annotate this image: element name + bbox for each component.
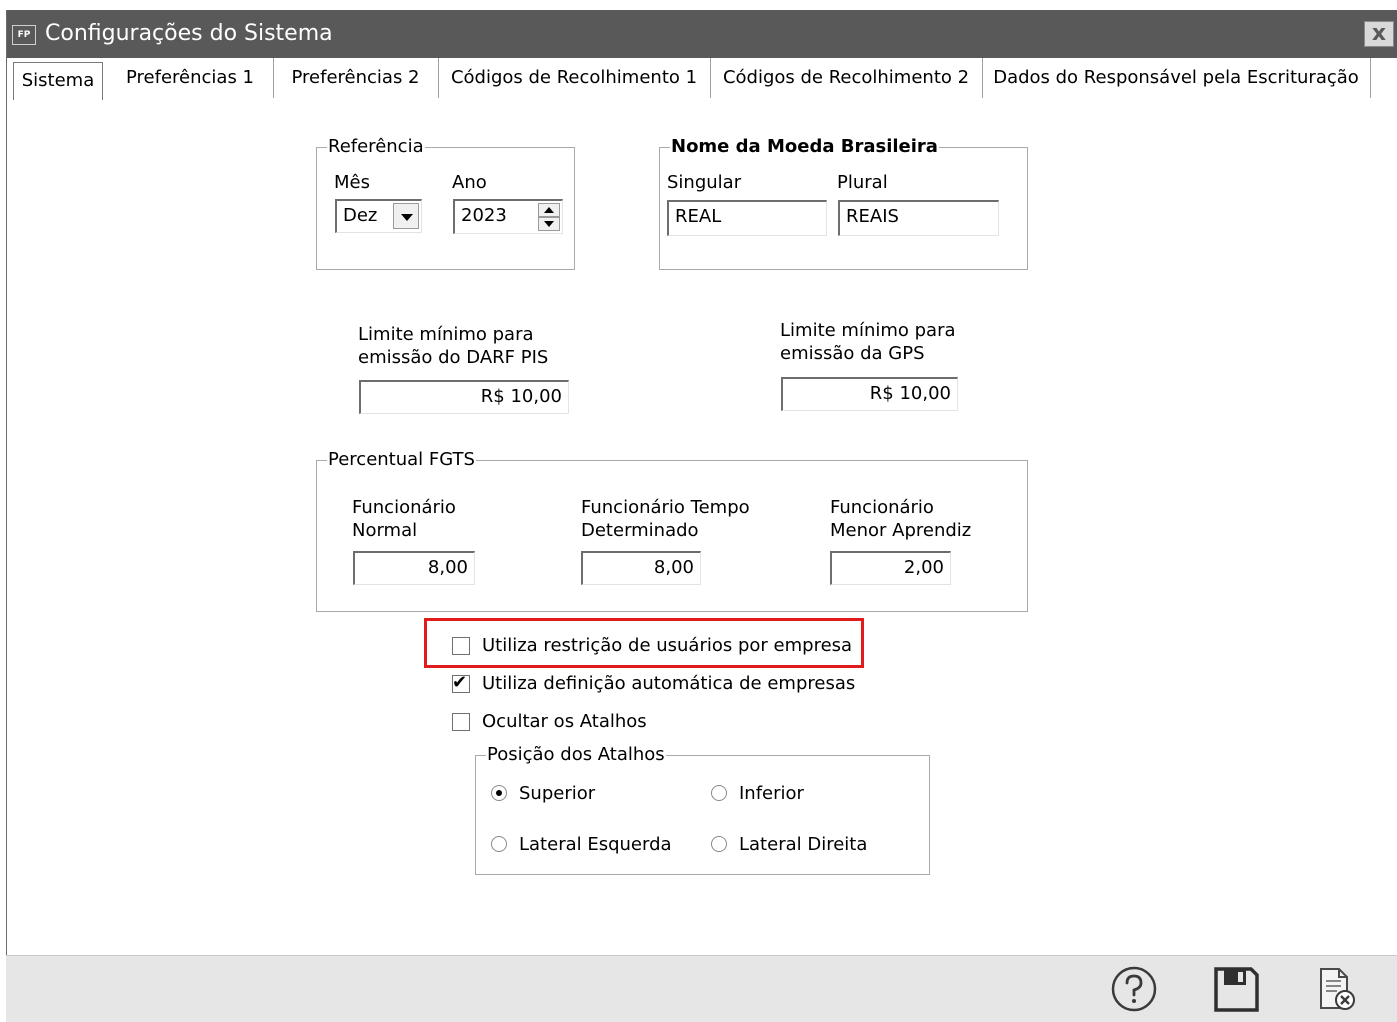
tab-codigos-recolhimento-2[interactable]: Códigos de Recolhimento 2 xyxy=(710,58,983,98)
tab-preferencias-2-label: Preferências 2 xyxy=(291,67,420,88)
radio-lateral-direita[interactable]: Lateral Direita xyxy=(711,832,891,858)
ano-value: 2023 xyxy=(461,205,507,226)
ocultar-atalhos-checkbox[interactable]: Ocultar os Atalhos xyxy=(452,709,702,735)
restricao-checkbox-box[interactable] xyxy=(452,637,470,655)
fgts-normal-label-line2: Normal xyxy=(352,520,418,541)
fgts-normal-input[interactable]: 8,00 xyxy=(353,551,475,585)
gps-label-line2: emissão da GPS xyxy=(780,343,925,364)
help-icon xyxy=(1111,966,1157,1012)
restricao-usuarios-checkbox[interactable]: Utiliza restrição de usuários por empres… xyxy=(452,633,852,659)
radio-selected-dot xyxy=(496,790,502,796)
plural-label: Plural xyxy=(837,172,888,193)
tab-bar: Sistema Preferências 1 Preferências 2 Có… xyxy=(7,58,1397,102)
close-icon: x xyxy=(1371,21,1387,46)
tab-sistema[interactable]: Sistema xyxy=(13,62,103,100)
fgts-aprendiz-label-line2: Menor Aprendiz xyxy=(830,520,972,541)
radio-superior-circle[interactable] xyxy=(491,785,507,801)
chevron-down-icon[interactable] xyxy=(393,203,419,229)
fgts-aprendiz-input[interactable]: 2,00 xyxy=(830,551,951,585)
restricao-checkbox-label: Utiliza restrição de usuários por empres… xyxy=(482,635,853,656)
radio-lateral-direita-label: Lateral Direita xyxy=(739,834,868,855)
ocultar-checkbox-label: Ocultar os Atalhos xyxy=(482,711,647,732)
gps-label-line1: Limite mínimo para xyxy=(780,320,956,341)
mes-label: Mês xyxy=(334,172,370,193)
spinner-control[interactable] xyxy=(538,203,560,231)
fgts-aprendiz-label-line1: Funcionário xyxy=(830,497,934,518)
fgts-legend: Percentual FGTS xyxy=(327,449,476,471)
ocultar-checkbox-box[interactable] xyxy=(452,713,470,731)
tab-dados-responsavel-label: Dados do Responsável pela Escrituração xyxy=(993,67,1359,88)
referencia-legend: Referência xyxy=(327,136,425,158)
radio-lateral-esquerda[interactable]: Lateral Esquerda xyxy=(491,832,691,858)
darf-label-line2: emissão do DARF PIS xyxy=(358,347,549,368)
bottom-toolbar xyxy=(6,955,1397,1022)
mes-value: Dez xyxy=(343,205,378,226)
radio-superior[interactable]: Superior xyxy=(491,781,641,807)
radio-inferior[interactable]: Inferior xyxy=(711,781,861,807)
radio-lateral-esquerda-label: Lateral Esquerda xyxy=(519,834,672,855)
posicao-legend: Posição dos Atalhos xyxy=(486,744,666,766)
moeda-legend: Nome da Moeda Brasileira xyxy=(670,136,939,158)
definicao-automatica-checkbox[interactable]: ✔ Utiliza definição automática de empres… xyxy=(452,671,856,697)
save-button[interactable] xyxy=(1211,964,1261,1014)
gps-limit-input[interactable]: R$ 10,00 xyxy=(781,377,958,411)
singular-input[interactable]: REAL xyxy=(667,200,827,236)
help-button[interactable] xyxy=(1109,964,1159,1014)
title-bar: FP Configurações do Sistema x xyxy=(7,10,1397,58)
tab-preferencias-1[interactable]: Preferências 1 xyxy=(107,58,274,98)
darf-label-line1: Limite mínimo para xyxy=(358,324,534,345)
radio-lateral-esquerda-circle[interactable] xyxy=(491,836,507,852)
tab-dados-responsavel[interactable]: Dados do Responsável pela Escrituração xyxy=(982,58,1371,98)
radio-lateral-direita-circle[interactable] xyxy=(711,836,727,852)
tab-codigos-recolhimento-2-label: Códigos de Recolhimento 2 xyxy=(722,67,970,88)
definicao-checkbox-box[interactable]: ✔ xyxy=(452,672,470,693)
spin-up-icon[interactable] xyxy=(538,203,560,217)
save-icon xyxy=(1214,967,1259,1012)
fgts-tempo-label-line2: Determinado xyxy=(581,520,699,541)
radio-superior-label: Superior xyxy=(519,783,596,804)
radio-inferior-circle[interactable] xyxy=(711,785,727,801)
radio-inferior-label: Inferior xyxy=(739,783,804,804)
singular-label: Singular xyxy=(667,172,742,193)
plural-input[interactable]: REAIS xyxy=(838,200,999,236)
fgts-tempo-input[interactable]: 8,00 xyxy=(581,551,701,585)
app-icon: FP xyxy=(12,25,36,45)
fgts-tempo-label-line1: Funcionário Tempo xyxy=(581,497,750,518)
tab-codigos-recolhimento-1-label: Códigos de Recolhimento 1 xyxy=(450,67,698,88)
cancel-button[interactable] xyxy=(1311,964,1361,1014)
spin-down-icon[interactable] xyxy=(538,217,560,231)
tab-sistema-label: Sistema xyxy=(21,70,95,91)
darf-limit-input[interactable]: R$ 10,00 xyxy=(359,380,569,414)
cancel-icon xyxy=(1320,968,1355,1010)
tab-preferencias-1-label: Preferências 1 xyxy=(126,67,254,88)
fgts-normal-label-line1: Funcionário xyxy=(352,497,456,518)
mes-select[interactable]: Dez xyxy=(335,199,422,233)
ano-label: Ano xyxy=(452,172,487,193)
window-title: Configurações do Sistema xyxy=(45,21,333,46)
checkmark-icon: ✔ xyxy=(452,672,468,693)
close-button[interactable]: x xyxy=(1364,21,1394,47)
ano-spinner[interactable]: 2023 xyxy=(453,199,563,234)
tab-codigos-recolhimento-1[interactable]: Códigos de Recolhimento 1 xyxy=(438,58,711,98)
definicao-checkbox-label: Utiliza definição automática de empresas xyxy=(482,673,856,694)
tab-preferencias-2[interactable]: Preferências 2 xyxy=(273,58,439,98)
